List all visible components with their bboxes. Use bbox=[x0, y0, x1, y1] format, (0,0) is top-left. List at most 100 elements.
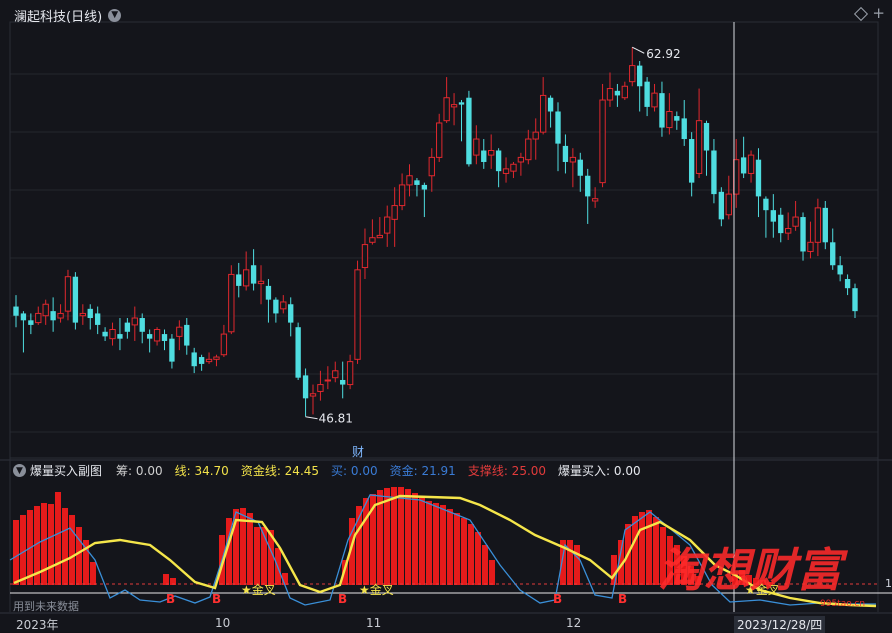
candle-body bbox=[585, 175, 591, 197]
chart-window: 62.92 46.81 财 B B B B B ★金叉 ★金叉 ★金叉 用到未来数据 1 淘想财富 995t… bbox=[0, 0, 892, 633]
candle-body bbox=[64, 276, 72, 312]
candle-body bbox=[317, 384, 324, 392]
candle-body bbox=[414, 180, 420, 185]
candle-body bbox=[131, 317, 138, 326]
indicator-4: 资金: 21.91 bbox=[389, 464, 456, 478]
volume-bar bbox=[433, 503, 439, 585]
volume-bar bbox=[468, 524, 474, 585]
volume-bar bbox=[254, 527, 260, 585]
candle-body bbox=[79, 312, 86, 317]
volume-bar bbox=[482, 545, 488, 585]
candle-body bbox=[807, 241, 814, 252]
candle-body bbox=[532, 131, 539, 140]
candle-body bbox=[436, 122, 443, 158]
candle-body bbox=[361, 244, 369, 269]
candle-body bbox=[295, 327, 301, 378]
chevron-down-icon[interactable]: ▼ bbox=[108, 8, 122, 22]
candle-body bbox=[539, 94, 547, 133]
volume-bar bbox=[461, 518, 467, 585]
volume-bar bbox=[20, 515, 26, 585]
candle-body bbox=[117, 334, 123, 339]
candle-body bbox=[309, 393, 317, 397]
candle-body bbox=[94, 313, 101, 325]
candle-body bbox=[153, 328, 161, 342]
candle-body bbox=[688, 139, 695, 183]
candle-body bbox=[792, 216, 799, 227]
candle-body bbox=[87, 308, 93, 319]
candle-body bbox=[666, 110, 673, 129]
candle-body bbox=[376, 234, 383, 239]
indicator-3: 买: 0.00 bbox=[331, 464, 378, 478]
candle-body bbox=[213, 356, 220, 360]
indicator-list: 筹: 0.00 线: 34.70 资金线: 24.45 买: 0.00 资金: 21.9… bbox=[108, 462, 647, 479]
candle-body bbox=[814, 207, 822, 243]
volume-bar bbox=[62, 508, 68, 585]
candle-body bbox=[124, 322, 131, 332]
candle-body bbox=[755, 159, 762, 197]
volume-bar bbox=[639, 512, 645, 585]
candle-body bbox=[346, 361, 354, 386]
golden-cross-label: ★金叉 bbox=[241, 582, 276, 597]
candle-body bbox=[725, 193, 732, 216]
candle-body bbox=[763, 198, 769, 211]
volume-bar bbox=[426, 501, 432, 585]
candle-body bbox=[740, 157, 747, 174]
indicator-5: 支撑线: 25.00 bbox=[467, 464, 547, 478]
candle-body bbox=[250, 265, 257, 284]
candle-body bbox=[473, 138, 480, 156]
candle-body bbox=[398, 184, 406, 207]
candle-body bbox=[139, 318, 145, 332]
high-pointer bbox=[632, 46, 645, 54]
candle-body bbox=[280, 301, 287, 310]
plus-icon[interactable]: + bbox=[872, 4, 885, 22]
candle-body bbox=[72, 276, 79, 323]
volume-bar bbox=[163, 574, 169, 585]
volume-bar bbox=[69, 515, 75, 585]
volume-bar bbox=[48, 504, 54, 585]
candle-body bbox=[591, 198, 599, 202]
candle-body bbox=[302, 375, 309, 399]
volume-bar bbox=[440, 505, 446, 585]
main-frame bbox=[9, 21, 879, 459]
volume-bar bbox=[247, 513, 253, 585]
watermark-text: 淘想财富 bbox=[658, 543, 849, 597]
candle-body bbox=[428, 156, 435, 177]
candle-body bbox=[340, 379, 346, 385]
low-pointer bbox=[305, 416, 318, 420]
candle-body bbox=[169, 338, 175, 362]
candle-body bbox=[265, 285, 272, 300]
candle-body bbox=[242, 269, 250, 287]
candle-body bbox=[800, 217, 806, 252]
volume-bar bbox=[55, 492, 61, 585]
candle-body bbox=[695, 120, 703, 174]
candle-body bbox=[50, 311, 56, 321]
indicator-0: 筹: 0.00 bbox=[116, 464, 163, 478]
finance-marker: 财 bbox=[352, 445, 364, 459]
candle-body bbox=[495, 150, 502, 172]
candle-body bbox=[146, 334, 153, 339]
candle-body bbox=[599, 99, 606, 184]
candle-body bbox=[785, 228, 792, 234]
candle-body bbox=[510, 163, 517, 172]
candle-body bbox=[703, 122, 710, 151]
volume-bar bbox=[391, 487, 397, 585]
candle-body bbox=[614, 90, 621, 96]
volume-bar bbox=[574, 545, 580, 585]
candle-body bbox=[822, 207, 828, 243]
indicator-2: 资金线: 24.45 bbox=[240, 464, 320, 478]
candle-body bbox=[324, 379, 332, 382]
buy-signal: B bbox=[212, 592, 221, 606]
candle-body bbox=[481, 150, 487, 162]
golden-cross-label: ★金叉 bbox=[359, 582, 394, 597]
candle-body bbox=[718, 191, 725, 220]
high-label: 62.92 bbox=[646, 47, 680, 61]
buy-signal: B bbox=[166, 592, 175, 606]
candle-body bbox=[421, 184, 428, 190]
volume-bar bbox=[611, 555, 617, 585]
candle-body bbox=[354, 269, 361, 360]
chevron-down-icon[interactable]: ▼ bbox=[13, 464, 26, 477]
volume-bar bbox=[363, 498, 369, 585]
candle-body bbox=[220, 333, 228, 356]
candle-body bbox=[525, 138, 532, 161]
candle-body bbox=[629, 65, 636, 83]
